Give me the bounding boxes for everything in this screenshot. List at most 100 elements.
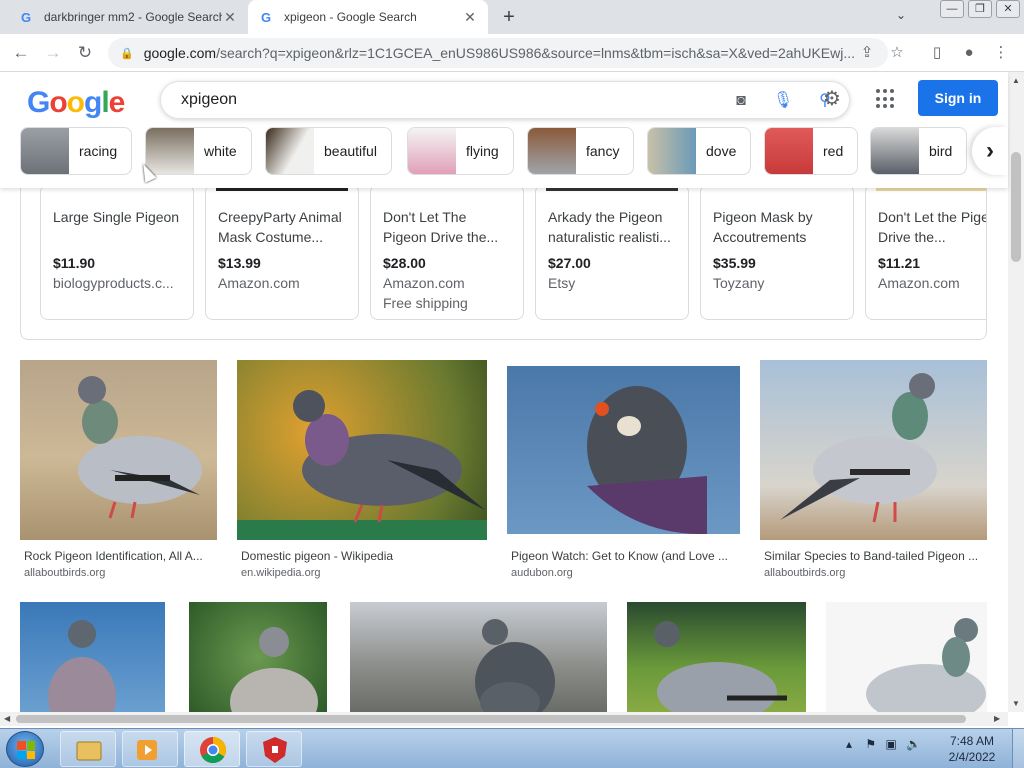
tab-darkbringer[interactable]: G darkbringer mm2 - Google Search ✕ — [8, 0, 248, 34]
sign-in-button[interactable]: Sign in — [918, 80, 998, 116]
image-result-source: audubon.org — [511, 567, 573, 579]
shield-icon — [263, 737, 287, 763]
minimize-button[interactable]: — — [940, 0, 964, 18]
side-panel-icon[interactable]: ▯ — [926, 38, 948, 68]
windows-taskbar: ▴ ⚑ ▣ 🔈 7:48 AM 2/4/2022 — [0, 728, 1024, 768]
chip-white[interactable]: white — [145, 127, 252, 175]
tab-close-icon[interactable]: ✕ — [222, 9, 238, 26]
restore-button[interactable]: ❐ — [968, 0, 992, 18]
media-player-taskbar-button[interactable] — [122, 731, 178, 767]
product-image — [216, 188, 348, 191]
pigeon-illustration — [237, 390, 487, 540]
image-result-title[interactable]: Pigeon Watch: Get to Know (and Love ... — [511, 549, 737, 563]
chip-thumbnail — [765, 128, 813, 174]
tab-search-chevron-icon[interactable]: ⌄ — [896, 8, 906, 22]
image-result-title[interactable]: Rock Pigeon Identification, All A... — [24, 549, 214, 563]
pigeon-image[interactable] — [237, 360, 487, 540]
browser-toolbar: ← → ↻ 🔒 google.com/search?q=xpigeon&rlz=… — [0, 34, 1024, 72]
reload-icon[interactable]: ↻ — [74, 42, 96, 64]
pigeon-image[interactable] — [20, 602, 165, 712]
pigeon-image[interactable] — [826, 602, 987, 712]
product-image — [546, 188, 678, 191]
security-app-taskbar-button[interactable] — [246, 731, 302, 767]
chip-beautiful[interactable]: beautiful — [265, 127, 392, 175]
bookmark-star-icon[interactable]: ☆ — [886, 38, 908, 68]
apps-grid-icon[interactable] — [876, 89, 896, 109]
chip-thumbnail — [146, 128, 194, 174]
image-result-source: allaboutbirds.org — [24, 567, 106, 579]
windows-logo-icon — [17, 741, 35, 759]
lock-icon: 🔒 — [120, 47, 134, 60]
pigeon-illustration — [475, 619, 555, 712]
settings-gear-icon[interactable]: ⚙ — [820, 88, 844, 110]
chip-red[interactable]: red — [764, 127, 859, 175]
chrome-icon — [200, 736, 227, 764]
pigeon-illustration — [587, 386, 707, 534]
share-icon[interactable]: ⇪ — [856, 38, 878, 68]
pigeon-illustration — [78, 376, 202, 519]
chip-thumbnail — [871, 128, 919, 174]
shopping-card[interactable]: Arkady the Pigeon naturalistic realisti.… — [535, 188, 689, 320]
url-text: google.com/search?q=xpigeon&rlz=1C1GCEA_… — [143, 45, 856, 61]
action-center-flag-icon[interactable]: ⚑ — [865, 737, 876, 751]
start-button[interactable] — [6, 731, 44, 767]
shopping-card[interactable]: Don't Let the Pigeon Drive the... $11.21… — [865, 188, 986, 320]
file-explorer-taskbar-button[interactable] — [60, 731, 116, 767]
tab-xpigeon[interactable]: G xpigeon - Google Search ✕ — [248, 0, 488, 34]
profile-avatar-icon[interactable]: ● — [958, 38, 980, 68]
microphone-icon[interactable]: 🎙 — [771, 90, 795, 112]
pigeon-image[interactable] — [760, 360, 987, 540]
scroll-left-arrow-icon[interactable]: ◀ — [4, 712, 10, 726]
google-favicon-icon: G — [20, 9, 32, 25]
clock-date: 2/4/2022 — [948, 750, 996, 764]
tab-strip: G darkbringer mm2 - Google Search ✕ G xp… — [0, 0, 1024, 34]
forward-arrow-icon[interactable]: → — [42, 42, 64, 64]
window-controls: — ❐ ✕ — [936, 0, 1020, 18]
scrollbar-thumb[interactable] — [1011, 152, 1021, 262]
scroll-right-arrow-icon[interactable]: ▶ — [994, 712, 1000, 726]
scrollbar-thumb[interactable] — [16, 715, 966, 723]
close-window-button[interactable]: ✕ — [996, 0, 1020, 18]
image-result-title[interactable]: Similar Species to Band-tailed Pigeon ..… — [764, 549, 984, 563]
menu-kebab-icon[interactable]: ⋮ — [990, 38, 1012, 68]
chip-bird[interactable]: bird — [870, 127, 968, 175]
tab-title: xpigeon - Google Search — [284, 10, 417, 24]
product-image — [876, 188, 986, 191]
shopping-card[interactable]: CreepyParty Animal Mask Costume... $13.9… — [205, 188, 359, 320]
pigeon-image[interactable] — [627, 602, 806, 712]
camera-icon[interactable]: ◙ — [729, 90, 753, 112]
pigeon-illustration — [866, 618, 986, 712]
scroll-up-arrow-icon[interactable]: ▲ — [1008, 76, 1024, 85]
chip-dove[interactable]: dove — [647, 127, 752, 175]
pigeon-image[interactable] — [507, 366, 740, 534]
image-result-source: allaboutbirds.org — [764, 567, 846, 579]
chrome-taskbar-button[interactable] — [184, 731, 240, 767]
chip-flying[interactable]: flying — [407, 127, 514, 175]
tray-expand-chevron-icon[interactable]: ▴ — [846, 737, 852, 751]
chip-thumbnail — [528, 128, 576, 174]
image-result-title[interactable]: Domestic pigeon - Wikipedia — [241, 549, 481, 563]
new-tab-button[interactable]: + — [498, 6, 520, 28]
back-arrow-icon[interactable]: ← — [10, 42, 32, 64]
related-search-chips: racing white beautiful flying fancy dove… — [20, 127, 1008, 175]
pigeon-image[interactable] — [20, 360, 217, 540]
address-bar[interactable]: 🔒 google.com/search?q=xpigeon&rlz=1C1GCE… — [108, 38, 888, 68]
shopping-card[interactable]: Don't Let The Pigeon Drive the... $28.00… — [370, 188, 524, 320]
vertical-scrollbar[interactable]: ▲ ▼ — [1008, 72, 1024, 712]
google-logo[interactable]: Google — [27, 86, 125, 120]
shopping-card[interactable]: Large Single Pigeon $11.90 biologyproduc… — [40, 188, 194, 320]
pigeon-image[interactable] — [189, 602, 327, 712]
network-icon[interactable]: ▣ — [885, 737, 896, 751]
chip-fancy[interactable]: fancy — [527, 127, 635, 175]
chip-racing[interactable]: racing — [20, 127, 133, 175]
taskbar-clock[interactable]: 7:48 AM 2/4/2022 — [940, 733, 1004, 765]
tab-close-icon[interactable]: ✕ — [462, 9, 478, 26]
media-player-icon — [137, 740, 157, 760]
scroll-down-arrow-icon[interactable]: ▼ — [1008, 699, 1024, 708]
shopping-card[interactable]: Pigeon Mask by Accoutrements $35.99 Toyz… — [700, 188, 854, 320]
horizontal-scrollbar[interactable]: ◀ ▶ — [0, 712, 1008, 726]
pigeon-image[interactable] — [350, 602, 607, 712]
system-tray: ▴ ⚑ ▣ 🔈 — [846, 737, 921, 751]
show-desktop-button[interactable] — [1012, 729, 1024, 768]
volume-speaker-icon[interactable]: 🔈 — [906, 737, 921, 751]
